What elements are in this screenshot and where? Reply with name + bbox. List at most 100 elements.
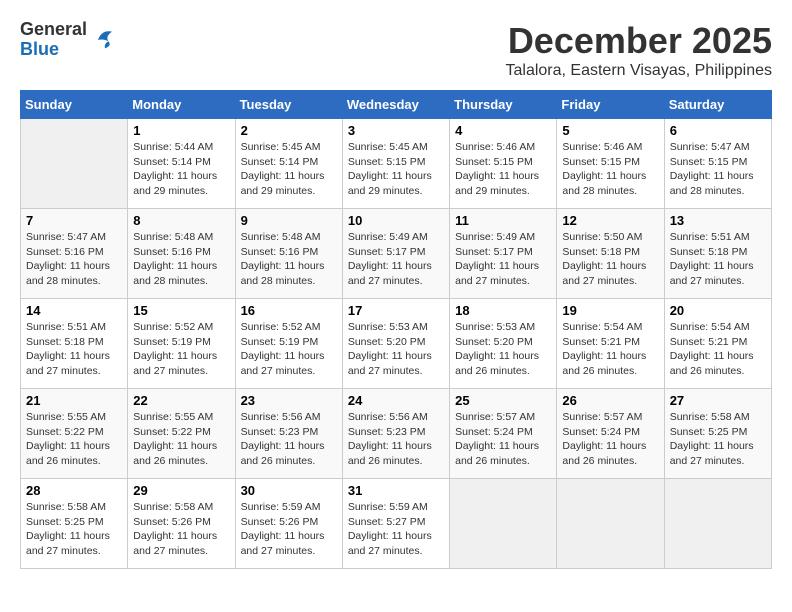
day-info: Sunrise: 5:47 AMSunset: 5:16 PMDaylight:… (26, 231, 110, 287)
calendar-cell: 26 Sunrise: 5:57 AMSunset: 5:24 PMDaylig… (557, 389, 664, 479)
calendar-cell: 27 Sunrise: 5:58 AMSunset: 5:25 PMDaylig… (664, 389, 771, 479)
day-info: Sunrise: 5:56 AMSunset: 5:23 PMDaylight:… (241, 411, 325, 467)
calendar-cell: 15 Sunrise: 5:52 AMSunset: 5:19 PMDaylig… (128, 299, 235, 389)
day-number: 30 (241, 483, 337, 498)
calendar-cell: 16 Sunrise: 5:52 AMSunset: 5:19 PMDaylig… (235, 299, 342, 389)
month-year-title: December 2025 (505, 20, 772, 62)
day-number: 3 (348, 123, 444, 138)
page-header: General Blue December 2025 Talalora, Eas… (20, 20, 772, 80)
day-number: 29 (133, 483, 229, 498)
calendar-cell: 2 Sunrise: 5:45 AMSunset: 5:14 PMDayligh… (235, 119, 342, 209)
day-info: Sunrise: 5:57 AMSunset: 5:24 PMDaylight:… (562, 411, 646, 467)
calendar-cell: 28 Sunrise: 5:58 AMSunset: 5:25 PMDaylig… (21, 479, 128, 569)
day-info: Sunrise: 5:45 AMSunset: 5:15 PMDaylight:… (348, 141, 432, 197)
calendar-cell: 20 Sunrise: 5:54 AMSunset: 5:21 PMDaylig… (664, 299, 771, 389)
day-info: Sunrise: 5:50 AMSunset: 5:18 PMDaylight:… (562, 231, 646, 287)
day-number: 2 (241, 123, 337, 138)
day-number: 5 (562, 123, 658, 138)
logo-blue-text: Blue (20, 40, 87, 60)
day-number: 9 (241, 213, 337, 228)
day-info: Sunrise: 5:53 AMSunset: 5:20 PMDaylight:… (455, 321, 539, 377)
calendar-cell: 13 Sunrise: 5:51 AMSunset: 5:18 PMDaylig… (664, 209, 771, 299)
day-info: Sunrise: 5:49 AMSunset: 5:17 PMDaylight:… (348, 231, 432, 287)
day-number: 12 (562, 213, 658, 228)
day-info: Sunrise: 5:56 AMSunset: 5:23 PMDaylight:… (348, 411, 432, 467)
calendar-cell (450, 479, 557, 569)
calendar-cell: 22 Sunrise: 5:55 AMSunset: 5:22 PMDaylig… (128, 389, 235, 479)
calendar-cell: 21 Sunrise: 5:55 AMSunset: 5:22 PMDaylig… (21, 389, 128, 479)
calendar-cell (557, 479, 664, 569)
calendar-cell: 25 Sunrise: 5:57 AMSunset: 5:24 PMDaylig… (450, 389, 557, 479)
calendar-cell: 12 Sunrise: 5:50 AMSunset: 5:18 PMDaylig… (557, 209, 664, 299)
day-info: Sunrise: 5:58 AMSunset: 5:26 PMDaylight:… (133, 501, 217, 557)
day-info: Sunrise: 5:58 AMSunset: 5:25 PMDaylight:… (670, 411, 754, 467)
calendar-cell: 18 Sunrise: 5:53 AMSunset: 5:20 PMDaylig… (450, 299, 557, 389)
day-number: 11 (455, 213, 551, 228)
day-number: 22 (133, 393, 229, 408)
day-number: 23 (241, 393, 337, 408)
calendar-cell (21, 119, 128, 209)
calendar-cell: 14 Sunrise: 5:51 AMSunset: 5:18 PMDaylig… (21, 299, 128, 389)
calendar-cell: 8 Sunrise: 5:48 AMSunset: 5:16 PMDayligh… (128, 209, 235, 299)
calendar-cell: 6 Sunrise: 5:47 AMSunset: 5:15 PMDayligh… (664, 119, 771, 209)
day-number: 14 (26, 303, 122, 318)
day-info: Sunrise: 5:59 AMSunset: 5:27 PMDaylight:… (348, 501, 432, 557)
day-number: 25 (455, 393, 551, 408)
calendar-week-3: 14 Sunrise: 5:51 AMSunset: 5:18 PMDaylig… (21, 299, 772, 389)
header-saturday: Saturday (664, 91, 771, 119)
day-info: Sunrise: 5:57 AMSunset: 5:24 PMDaylight:… (455, 411, 539, 467)
calendar-cell: 11 Sunrise: 5:49 AMSunset: 5:17 PMDaylig… (450, 209, 557, 299)
calendar-week-4: 21 Sunrise: 5:55 AMSunset: 5:22 PMDaylig… (21, 389, 772, 479)
day-info: Sunrise: 5:46 AMSunset: 5:15 PMDaylight:… (455, 141, 539, 197)
header-monday: Monday (128, 91, 235, 119)
calendar-table: SundayMondayTuesdayWednesdayThursdayFrid… (20, 90, 772, 569)
header-sunday: Sunday (21, 91, 128, 119)
day-info: Sunrise: 5:52 AMSunset: 5:19 PMDaylight:… (241, 321, 325, 377)
day-number: 31 (348, 483, 444, 498)
calendar-cell: 30 Sunrise: 5:59 AMSunset: 5:26 PMDaylig… (235, 479, 342, 569)
calendar-week-5: 28 Sunrise: 5:58 AMSunset: 5:25 PMDaylig… (21, 479, 772, 569)
header-friday: Friday (557, 91, 664, 119)
day-number: 27 (670, 393, 766, 408)
day-number: 4 (455, 123, 551, 138)
header-tuesday: Tuesday (235, 91, 342, 119)
day-info: Sunrise: 5:54 AMSunset: 5:21 PMDaylight:… (562, 321, 646, 377)
day-number: 7 (26, 213, 122, 228)
calendar-cell: 1 Sunrise: 5:44 AMSunset: 5:14 PMDayligh… (128, 119, 235, 209)
day-info: Sunrise: 5:55 AMSunset: 5:22 PMDaylight:… (26, 411, 110, 467)
day-number: 6 (670, 123, 766, 138)
calendar-cell: 10 Sunrise: 5:49 AMSunset: 5:17 PMDaylig… (342, 209, 449, 299)
calendar-cell: 3 Sunrise: 5:45 AMSunset: 5:15 PMDayligh… (342, 119, 449, 209)
day-info: Sunrise: 5:58 AMSunset: 5:25 PMDaylight:… (26, 501, 110, 557)
day-info: Sunrise: 5:47 AMSunset: 5:15 PMDaylight:… (670, 141, 754, 197)
day-number: 26 (562, 393, 658, 408)
logo-general-text: General (20, 20, 87, 40)
day-info: Sunrise: 5:46 AMSunset: 5:15 PMDaylight:… (562, 141, 646, 197)
day-number: 15 (133, 303, 229, 318)
logo-bird-icon (91, 26, 119, 54)
calendar-cell: 4 Sunrise: 5:46 AMSunset: 5:15 PMDayligh… (450, 119, 557, 209)
day-info: Sunrise: 5:51 AMSunset: 5:18 PMDaylight:… (26, 321, 110, 377)
calendar-cell: 23 Sunrise: 5:56 AMSunset: 5:23 PMDaylig… (235, 389, 342, 479)
day-number: 21 (26, 393, 122, 408)
calendar-cell: 17 Sunrise: 5:53 AMSunset: 5:20 PMDaylig… (342, 299, 449, 389)
calendar-cell: 31 Sunrise: 5:59 AMSunset: 5:27 PMDaylig… (342, 479, 449, 569)
day-number: 19 (562, 303, 658, 318)
day-number: 20 (670, 303, 766, 318)
day-info: Sunrise: 5:45 AMSunset: 5:14 PMDaylight:… (241, 141, 325, 197)
title-block: December 2025 Talalora, Eastern Visayas,… (505, 20, 772, 80)
calendar-cell: 9 Sunrise: 5:48 AMSunset: 5:16 PMDayligh… (235, 209, 342, 299)
day-number: 28 (26, 483, 122, 498)
day-number: 1 (133, 123, 229, 138)
day-info: Sunrise: 5:52 AMSunset: 5:19 PMDaylight:… (133, 321, 217, 377)
day-info: Sunrise: 5:51 AMSunset: 5:18 PMDaylight:… (670, 231, 754, 287)
day-number: 16 (241, 303, 337, 318)
calendar-cell: 29 Sunrise: 5:58 AMSunset: 5:26 PMDaylig… (128, 479, 235, 569)
day-number: 13 (670, 213, 766, 228)
header-thursday: Thursday (450, 91, 557, 119)
day-info: Sunrise: 5:54 AMSunset: 5:21 PMDaylight:… (670, 321, 754, 377)
calendar-week-2: 7 Sunrise: 5:47 AMSunset: 5:16 PMDayligh… (21, 209, 772, 299)
calendar-header-row: SundayMondayTuesdayWednesdayThursdayFrid… (21, 91, 772, 119)
day-info: Sunrise: 5:48 AMSunset: 5:16 PMDaylight:… (241, 231, 325, 287)
day-number: 18 (455, 303, 551, 318)
